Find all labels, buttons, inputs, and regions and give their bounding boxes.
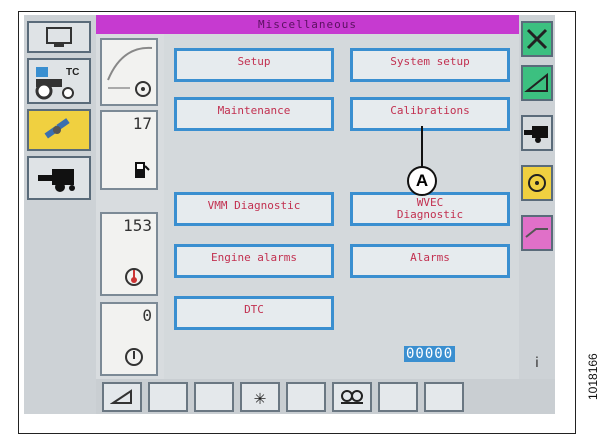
combine-tile[interactable]	[27, 156, 91, 200]
header-tilt-icon	[524, 72, 548, 92]
info-tile[interactable]: ⅰ	[521, 345, 553, 381]
maintenance-button[interactable]: Maintenance	[174, 97, 334, 131]
toolbar-slot-8[interactable]	[424, 382, 464, 412]
snowflake-slot[interactable]: ✳	[240, 382, 280, 412]
fuel-pump-icon	[135, 162, 150, 178]
header-icon	[525, 228, 548, 238]
callout-a: A	[407, 166, 437, 196]
satellite-icon	[44, 118, 70, 139]
engine-icon	[528, 174, 546, 192]
wvec-line-2: Diagnostic	[396, 208, 464, 221]
engine-icon	[135, 81, 151, 97]
vmm-diagnostic-button[interactable]: VMM Diagnostic	[174, 192, 334, 226]
combine-icon	[524, 126, 548, 143]
satellite-tile[interactable]	[27, 109, 91, 151]
link-icon	[341, 390, 363, 404]
coolant-temp-value: 153	[123, 216, 152, 235]
document-number: 1018166	[586, 353, 600, 400]
oil-icon	[125, 348, 143, 366]
header-tilt-tile[interactable]	[521, 65, 553, 101]
calibrations-button[interactable]: Calibrations	[350, 97, 510, 131]
tractor-icon: TC	[35, 67, 79, 100]
engine-tile[interactable]	[521, 165, 553, 201]
wvec-diagnostic-button[interactable]: WVEC Diagnostic	[350, 192, 510, 226]
info-icon: ⅰ	[535, 355, 539, 371]
tools-icon	[526, 28, 548, 50]
header-float-icon	[110, 389, 132, 404]
toolbar-slot-2[interactable]	[148, 382, 188, 412]
toolbar-slot-5[interactable]	[286, 382, 326, 412]
fuel-gauge: 17	[100, 110, 158, 190]
engine-alarms-button[interactable]: Engine alarms	[174, 244, 334, 278]
thermometer-icon	[125, 268, 143, 286]
dtc-button[interactable]: DTC	[174, 296, 334, 330]
header-float-slot[interactable]	[102, 382, 142, 412]
bottom-toolbar: ✳	[96, 379, 555, 414]
screen-title: Miscellaneous	[96, 15, 519, 34]
alarms-button[interactable]: Alarms	[350, 244, 510, 278]
monitor-icon	[46, 27, 72, 47]
display-settings-tile[interactable]	[27, 21, 91, 53]
tractor-tc-tile[interactable]: TC	[27, 58, 91, 104]
callout-leader-line	[421, 126, 423, 168]
setup-button[interactable]: Setup	[174, 48, 334, 82]
svg-text:TC: TC	[66, 67, 79, 78]
tools-tile[interactable]	[521, 21, 553, 57]
right-panel: ⅰ	[519, 15, 555, 414]
oil-gauge: 0	[100, 302, 158, 376]
oil-value: 0	[142, 306, 152, 325]
system-setup-button[interactable]: System setup	[350, 48, 510, 82]
menu-grid: Setup System setup Maintenance Calibrati…	[164, 34, 519, 379]
toolbar-slot-3[interactable]	[194, 382, 234, 412]
snowflake-icon: ✳	[253, 385, 267, 409]
hour-counter: 00000	[404, 346, 456, 362]
gauge-column: 17 153 0	[96, 34, 164, 379]
header-tile[interactable]	[521, 215, 553, 251]
fuel-value: 17	[132, 114, 152, 133]
engine-load-gauge	[100, 38, 158, 106]
combine-tile-right[interactable]	[521, 115, 553, 151]
link-slot[interactable]	[332, 382, 372, 412]
left-panel: TC	[24, 15, 96, 414]
combine-icon	[38, 169, 75, 192]
coolant-temp-gauge: 153	[100, 212, 158, 296]
display-screen: TC Miscellaneous 17 153 0 Setup System s…	[24, 15, 555, 414]
toolbar-slot-7[interactable]	[378, 382, 418, 412]
